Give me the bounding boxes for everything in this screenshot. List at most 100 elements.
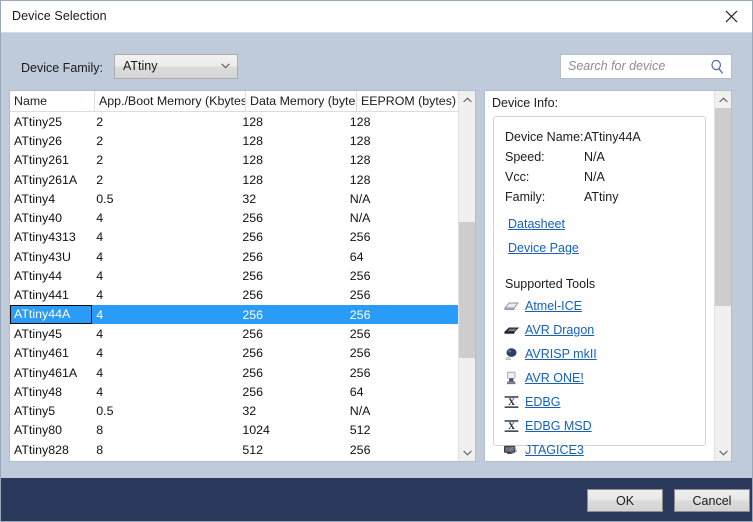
table-row[interactable]: ATtiny461 4 256 256 <box>10 344 459 363</box>
tool-item-avr-dragon[interactable]: AVR Dragon <box>502 319 594 341</box>
cell-app: 4 <box>96 307 104 322</box>
device-page-link[interactable]: Device Page <box>508 241 579 255</box>
table-row[interactable]: ATtiny848512512 <box>10 459 459 461</box>
device-info-card: Device Name: ATtiny44A Speed: N/A Vcc: N… <box>493 116 706 457</box>
cell-eeprom: 512 <box>349 423 371 438</box>
speed-value: N/A <box>584 150 605 164</box>
cell-data: 128 <box>242 133 264 148</box>
dialog-body: Device Family: ATtiny Search for device … <box>1 33 752 478</box>
cell-name: ATtiny4 <box>14 191 56 206</box>
edbg-msd-icon: X <box>502 418 521 434</box>
table-row[interactable]: ATtiny441 4 256 256 <box>10 286 459 305</box>
cell-eeprom: 128 <box>349 133 371 148</box>
tool-item-avrisp-mkii[interactable]: AVRISP mkII <box>502 343 597 365</box>
table-row[interactable]: ATtiny461A 4 256 256 <box>10 363 459 382</box>
cell-name: ATtiny26 <box>14 133 62 148</box>
column-header-name[interactable]: Name <box>10 91 95 111</box>
table-header-row: Name App./Boot Memory (Kbytes) Data Memo… <box>10 91 475 112</box>
cell-eeprom: 128 <box>349 114 371 129</box>
device-name-label: Device Name: <box>505 130 584 144</box>
cell-eeprom: 256 <box>349 288 371 303</box>
table-row[interactable]: ATtiny48 4 256 64 <box>10 382 459 401</box>
info-scrollbar[interactable] <box>714 91 731 461</box>
cell-data: 256 <box>242 269 264 284</box>
tool-item-edbg-msd[interactable]: X EDBG MSD <box>502 415 592 437</box>
info-scroll-down-button[interactable] <box>715 444 731 461</box>
search-input[interactable]: Search for device <box>560 54 732 79</box>
cell-app: 8 <box>96 423 104 438</box>
cell-data: 512 <box>242 442 264 457</box>
table-row[interactable]: ATtiny45 4 256 256 <box>10 324 459 343</box>
scroll-thumb[interactable] <box>459 222 475 358</box>
cell-eeprom: N/A <box>349 404 371 419</box>
table-row[interactable]: ATtiny261 2 128 128 <box>10 151 459 170</box>
scroll-down-button[interactable] <box>459 444 475 461</box>
close-icon <box>725 10 738 23</box>
tool-item-avr-one[interactable]: AVR ONE! <box>502 367 584 389</box>
table-row[interactable]: ATtiny4 0.5 32 N/A <box>10 189 459 208</box>
table-scrollbar[interactable] <box>458 91 475 461</box>
cell-data: 128 <box>242 114 264 129</box>
cell-app: 2 <box>96 153 104 168</box>
family-label: Family: <box>505 190 546 204</box>
ok-button[interactable]: OK <box>587 489 663 512</box>
device-table[interactable]: Name App./Boot Memory (Kbytes) Data Memo… <box>9 90 476 462</box>
datasheet-link[interactable]: Datasheet <box>508 217 565 231</box>
supported-tools-title: Supported Tools <box>505 277 596 291</box>
avr-dragon-icon <box>502 322 521 338</box>
cell-name: ATtiny44 <box>14 269 62 284</box>
column-header-data-memory[interactable]: Data Memory (bytes) <box>246 91 357 111</box>
tool-label: AVR Dragon <box>525 323 595 337</box>
chevron-up-icon <box>718 96 728 102</box>
cell-app: 4 <box>96 384 104 399</box>
table-row[interactable]: ATtiny4313 4 256 256 <box>10 228 459 247</box>
table-row[interactable]: ATtiny828 8 512 256 <box>10 440 459 459</box>
family-value: ATtiny <box>584 190 619 204</box>
column-header-app-memory[interactable]: App./Boot Memory (Kbytes) <box>95 91 246 111</box>
info-scroll-up-button[interactable] <box>715 91 731 108</box>
table-row[interactable]: ATtiny44A 4 256 256 <box>10 304 459 325</box>
cell-app: 4 <box>96 346 104 361</box>
cell-name: ATtiny261A <box>14 172 78 187</box>
cancel-button[interactable]: Cancel <box>674 489 750 512</box>
cell-data: 256 <box>242 230 264 245</box>
tool-label: AVR ONE! <box>525 371 584 385</box>
cell-eeprom: 256 <box>349 346 371 361</box>
device-info-panel: Device Info: Device Name: ATtiny44A Spee… <box>484 90 732 462</box>
tool-item-atmel-ice[interactable]: Atmel-ICE <box>502 295 582 317</box>
table-row[interactable]: ATtiny25 2 128 128 <box>10 112 459 131</box>
cell-app: 4 <box>96 211 104 226</box>
table-row[interactable]: ATtiny40 4 256 N/A <box>10 208 459 227</box>
cell-eeprom: 64 <box>349 384 364 399</box>
cell-name: ATtiny45 <box>14 326 62 341</box>
cell-name: ATtiny44A <box>10 304 93 325</box>
search-placeholder: Search for device <box>568 59 666 73</box>
vcc-value: N/A <box>584 170 605 184</box>
info-scroll-thumb[interactable] <box>715 108 731 306</box>
cell-eeprom: 256 <box>349 442 371 457</box>
cell-app: 0.5 <box>96 191 114 206</box>
close-button[interactable] <box>709 1 752 32</box>
table-row[interactable]: ATtiny261A 2 128 128 <box>10 170 459 189</box>
cell-app: 4 <box>96 269 104 284</box>
table-row[interactable]: ATtiny80 8 1024 512 <box>10 421 459 440</box>
search-icon[interactable] <box>710 59 725 75</box>
scroll-up-button[interactable] <box>459 91 475 108</box>
cell-app: 0.5 <box>96 404 114 419</box>
cell-eeprom: 128 <box>349 153 371 168</box>
tool-item-jtagice3[interactable]: JTAGICE3 <box>502 439 584 461</box>
table-row[interactable]: ATtiny26 2 128 128 <box>10 131 459 150</box>
column-header-eeprom[interactable]: EEPROM (bytes) <box>357 91 474 111</box>
table-row[interactable]: ATtiny43U 4 256 64 <box>10 247 459 266</box>
device-family-select[interactable]: ATtiny <box>114 54 238 79</box>
speed-label: Speed: <box>505 150 545 164</box>
cell-eeprom: 256 <box>349 307 371 322</box>
tool-item-edbg[interactable]: X EDBG <box>502 391 560 413</box>
table-row[interactable]: ATtiny44 4 256 256 <box>10 266 459 285</box>
cell-data: 1024 <box>242 423 270 438</box>
cell-eeprom: N/A <box>349 211 371 226</box>
chevron-down-icon <box>462 450 472 456</box>
cell-name: ATtiny40 <box>14 211 62 226</box>
title-bar: Device Selection <box>1 1 752 33</box>
table-row[interactable]: ATtiny5 0.5 32 N/A <box>10 401 459 420</box>
